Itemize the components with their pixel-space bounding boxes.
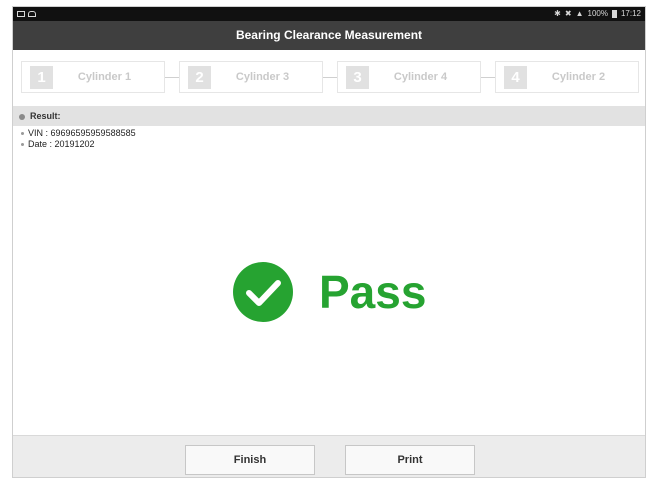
pass-label: Pass [319,266,427,318]
step-number: 2 [188,65,211,89]
wifi-icon: ▲ [575,9,584,18]
page-title: Bearing Clearance Measurement [13,21,645,50]
bottom-toolbar: Finish Print [13,435,645,477]
battery-icon [611,10,617,18]
step-indicator: 1 Cylinder 1 2 Cylinder 3 3 Cylinder 4 4… [13,50,645,104]
step-cylinder-4: 3 Cylinder 4 [337,61,481,93]
mute-icon: ✖ [564,9,572,18]
app-window: ✱ ✖ ▲ 100% 17:12 Bearing Clearance Measu… [12,6,646,478]
step-label: Cylinder 2 [551,71,606,83]
status-bar: ✱ ✖ ▲ 100% 17:12 [13,7,645,21]
step-number: 4 [504,65,527,89]
bullet-icon [19,113,25,120]
step-connector [481,77,495,78]
bluetooth-icon: ✱ [554,9,561,18]
list-item: VIN : 69696595959588585 [21,128,136,139]
image-icon [17,11,25,17]
battery-percent: 100% [587,9,608,18]
bullet-icon [21,132,24,135]
android-icon [28,11,36,17]
step-label: Cylinder 3 [235,71,290,83]
step-connector [165,77,179,78]
result-status: Pass [233,262,426,322]
step-number: 3 [346,65,369,89]
step-cylinder-1: 1 Cylinder 1 [21,61,165,93]
clock: 17:12 [620,9,641,18]
list-item: Date : 20191202 [21,139,136,150]
finish-button[interactable]: Finish [185,445,315,475]
step-number: 1 [30,65,53,89]
result-heading: Result: [30,111,61,121]
result-header: Result: [13,106,645,126]
vehicle-info: VIN : 69696595959588585 Date : 20191202 [21,128,136,150]
print-button[interactable]: Print [345,445,475,475]
step-label: Cylinder 1 [77,71,132,83]
step-connector [323,77,337,78]
bullet-icon [21,143,24,146]
step-cylinder-2: 4 Cylinder 2 [495,61,639,93]
check-circle-icon [233,262,293,322]
date-text: Date : 20191202 [28,139,95,149]
step-label: Cylinder 4 [393,71,448,83]
step-cylinder-3: 2 Cylinder 3 [179,61,323,93]
vin-text: VIN : 69696595959588585 [28,128,136,138]
